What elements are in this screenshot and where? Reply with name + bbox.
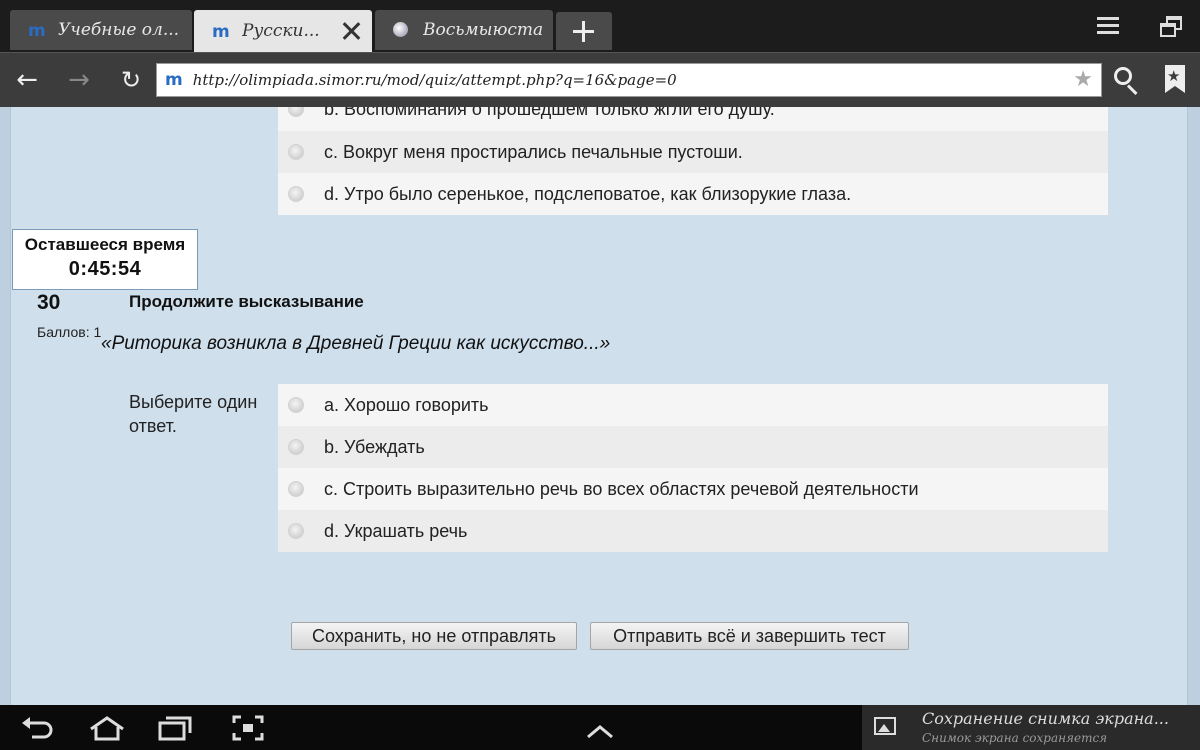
moodle-m-icon: m [212,22,230,42]
question-text: «Риторика возникла в Древней Греции как … [101,333,611,354]
tab-russkiy[interactable]: m Русски... [194,10,372,52]
screenshot-notification[interactable]: Сохранение снимка экрана... Снимок экран… [862,705,1200,750]
screenshot-icon[interactable] [232,715,264,741]
bookmarks-icon[interactable] [1165,65,1185,93]
back-icon[interactable] [20,715,54,741]
tab-uchebnye[interactable]: m Учебные ол... [10,10,192,50]
answer-label: b. Воспоминания о прошедшем только жгли … [324,107,775,119]
windows-icon[interactable] [1160,16,1182,38]
answer-label: b. Убеждать [324,436,425,457]
radio-button[interactable] [288,397,304,413]
system-bar: Сохранение снимка экрана... Снимок экран… [0,705,1200,750]
reload-icon[interactable]: ↻ [116,65,146,95]
answer-option[interactable]: b. Воспоминания о прошедшем только жгли … [278,107,1108,131]
answer-label: a. Хорошо говорить [324,394,489,415]
globe-icon [393,21,411,39]
radio-button[interactable] [288,481,304,497]
answer-option[interactable]: d. Утро было серенькое, подслеповатое, к… [278,173,1108,215]
answer-option[interactable]: c. Строить выразительно речь во всех обл… [278,468,1108,510]
answer-option[interactable]: b. Убеждать [278,426,1108,468]
quiz-timer: Оставшееся время 0:45:54 [12,229,198,290]
image-icon [874,717,896,735]
tab-title: Русски... [242,21,320,41]
back-arrow-icon[interactable]: ← [12,65,42,95]
tab-title: Восьмыюста... [423,20,543,40]
notification-title: Сохранение снимка экрана... [922,709,1169,728]
question-number: 30 [37,291,61,314]
page-viewport: b. Воспоминания о прошедшем только жгли … [0,107,1200,705]
close-tab-icon[interactable] [340,20,362,42]
answer-label: d. Утро было серенькое, подслеповатое, к… [324,183,852,204]
menu-icon[interactable] [1097,17,1121,39]
radio-button[interactable] [288,186,304,202]
radio-button[interactable] [288,107,304,117]
radio-button[interactable] [288,523,304,539]
answer-label: c. Строить выразительно речь во всех обл… [324,478,919,499]
url-text[interactable]: http://olimpiada.simor.ru/mod/quiz/attem… [193,71,677,89]
browser-toolbar: ← → ↻ m http://olimpiada.simor.ru/mod/qu… [0,52,1200,107]
submit-all-button[interactable]: Отправить всё и завершить тест [590,622,909,650]
recent-apps-icon[interactable] [158,715,192,741]
answer-option[interactable]: c. Вокруг меня простирались печальные пу… [278,131,1108,173]
search-icon[interactable] [1114,67,1140,96]
new-tab-button[interactable] [556,12,612,50]
question-marks: Баллов: 1 [37,324,102,340]
choose-one-prompt: Выберите один ответ. [129,392,258,436]
chevron-up-icon[interactable] [585,719,615,745]
save-without-submit-button[interactable]: Сохранить, но не отправлять [291,622,577,650]
notification-subtitle: Снимок экрана сохраняется [922,731,1108,745]
answer-list: a. Хорошо говорить b. Убеждать c. Строит… [278,384,1108,552]
url-bar[interactable]: m http://olimpiada.simor.ru/mod/quiz/att… [156,63,1102,97]
home-icon[interactable] [88,715,126,741]
moodle-m-icon: m [28,21,46,41]
timer-label: Оставшееся время [24,235,186,254]
tab-strip: m Учебные ол... m Русски... Восьмыюста..… [0,0,1200,52]
previous-answer-list: b. Воспоминания о прошедшем только жгли … [278,107,1108,215]
star-icon[interactable]: ★ [1073,67,1093,92]
forward-arrow-icon[interactable]: → [64,65,94,95]
answer-option[interactable]: d. Украшать речь [278,510,1108,552]
quiz-content: b. Воспоминания о прошедшем только жгли … [10,107,1188,705]
radio-button[interactable] [288,439,304,455]
answer-label: c. Вокруг меня простирались печальные пу… [324,141,743,162]
moodle-m-icon: m [165,70,183,90]
question-title: Продолжите высказывание [129,292,364,311]
timer-value: 0:45:54 [68,258,142,280]
tab-title: Учебные ол... [58,20,180,40]
answer-option[interactable]: a. Хорошо говорить [278,384,1108,426]
answer-label: d. Украшать речь [324,520,468,541]
tab-vosmiyusta[interactable]: Восьмыюста... [375,10,553,50]
radio-button[interactable] [288,144,304,160]
